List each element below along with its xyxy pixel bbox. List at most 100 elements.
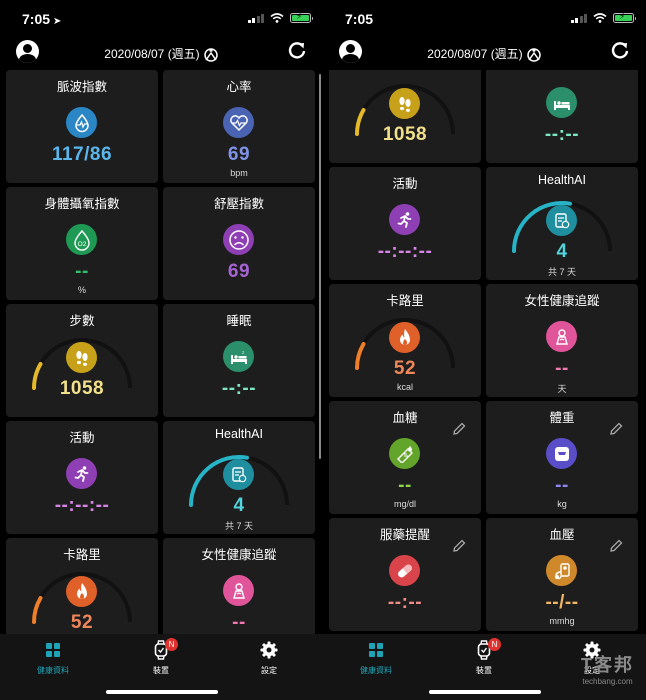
status-bar: 7:05 ➤ ⚡ — [0, 0, 323, 36]
card-blood-glucose[interactable]: 血糖 -- mg/dl — [329, 401, 481, 514]
card-value: 52 — [70, 612, 94, 633]
notification-badge: N — [165, 638, 178, 651]
grid-icon — [336, 640, 416, 660]
home-indicator — [106, 690, 218, 694]
running-icon — [66, 458, 97, 489]
card-title: HealthAI — [538, 173, 586, 187]
card-unit: 共 7 天 — [224, 521, 253, 531]
tab-devices[interactable]: N 裝置 — [121, 638, 201, 676]
card-value: 1058 — [382, 124, 428, 145]
card-unit: kcal — [396, 382, 413, 392]
tab-devices[interactable]: N 裝置 — [444, 638, 524, 676]
card-spo2[interactable]: 身體攝氧指數 O2 -- % — [6, 187, 158, 300]
left-screen: 7:05 ➤ ⚡ 2020/08/07 (週五) 脈波指數 117/86 心率 6… — [0, 0, 323, 700]
card-healthai[interactable]: HealthAI 4 共 7 天 — [163, 421, 315, 534]
status-time-text: 7:05 — [22, 11, 51, 27]
health-card-grid: 脈波指數 117/86 心率 69 bpm 身體攝氧指數 O2 -- % 舒壓指… — [6, 70, 315, 634]
card-activity[interactable]: 活動 --:--:-- — [329, 167, 481, 280]
app-header: 2020/08/07 (週五) — [0, 36, 323, 68]
card-female-health[interactable]: 女性健康追蹤 -- 天 — [486, 284, 638, 397]
tab-label: 設定 — [261, 666, 277, 675]
card-title: HealthAI — [215, 427, 263, 441]
accessibility-icon — [203, 48, 218, 62]
svg-text:z: z — [242, 350, 245, 355]
footprints-icon — [389, 88, 420, 119]
card-title: 女性健康追蹤 — [201, 548, 277, 562]
card-title: 卡路里 — [63, 548, 101, 562]
blood-pressure-monitor-icon — [546, 555, 577, 586]
refresh-icon[interactable] — [287, 40, 307, 60]
card-value: --:--:-- — [377, 241, 433, 262]
card-calories[interactable]: 卡路里 52 kcal — [6, 538, 158, 634]
cellular-signal-icon — [247, 13, 264, 23]
healthai-report-icon — [223, 459, 254, 490]
card-weight[interactable]: 體重 -- kg — [486, 401, 638, 514]
notification-badge: N — [488, 638, 501, 651]
oxygen-drop-icon: O2 — [66, 224, 97, 255]
scrollbar[interactable] — [318, 74, 321, 459]
card-steps[interactable]: 步數 1058 — [6, 304, 158, 417]
status-time: 7:05 — [345, 11, 373, 27]
status-icons: ⚡ — [570, 12, 636, 23]
card-value: 117/86 — [51, 144, 113, 165]
card-calories[interactable]: 卡路里 52 kcal — [329, 284, 481, 397]
refresh-icon[interactable] — [610, 40, 630, 60]
cellular-signal-icon — [570, 13, 587, 23]
wifi-icon — [593, 13, 607, 23]
card-unit: mg/dl — [393, 499, 416, 509]
header-date[interactable]: 2020/08/07 (週五) — [0, 45, 323, 63]
pill-icon — [389, 555, 420, 586]
female-icon — [223, 575, 254, 606]
card-healthai[interactable]: HealthAI 4 共 7 天 — [486, 167, 638, 280]
wifi-icon — [270, 13, 284, 23]
card-sleep[interactable]: --:-- — [486, 70, 638, 163]
card-title: 卡路里 — [386, 294, 424, 308]
card-unit: % — [77, 285, 86, 295]
card-steps[interactable]: 1058 — [329, 70, 481, 163]
card-title: 脈波指數 — [56, 80, 107, 94]
edit-pencil-icon[interactable] — [452, 539, 466, 553]
edit-pencil-icon[interactable] — [452, 422, 466, 436]
flame-icon — [389, 322, 420, 353]
flame-icon — [66, 576, 97, 607]
card-value: 69 — [227, 261, 251, 282]
card-heart-rate[interactable]: 心率 69 bpm — [163, 70, 315, 183]
card-female-health[interactable]: 女性健康追蹤 -- 天 — [163, 538, 315, 634]
card-title: 身體攝氧指數 — [44, 197, 120, 211]
pulse-drop-icon — [66, 107, 97, 138]
watermark-url: techbang.com — [582, 677, 633, 686]
battery-icon: ⚡ — [613, 12, 636, 23]
card-unit: kg — [557, 499, 567, 509]
card-stress[interactable]: 舒壓指數 69 — [163, 187, 315, 300]
card-pulse[interactable]: 脈波指數 117/86 — [6, 70, 158, 183]
scale-icon — [546, 438, 577, 469]
card-value: 4 — [233, 495, 245, 516]
card-value: 69 — [227, 144, 251, 165]
card-value: --:--:-- — [54, 495, 110, 516]
tab-settings[interactable]: 設定 — [229, 640, 309, 676]
tab-label: 健康資料 — [360, 666, 392, 675]
card-value: 4 — [556, 241, 568, 262]
edit-pencil-icon[interactable] — [609, 422, 623, 436]
home-indicator — [429, 690, 541, 694]
tab-label: 裝置 — [153, 666, 169, 675]
heart-rate-icon — [223, 107, 254, 138]
card-value: --:-- — [221, 378, 257, 399]
header-date[interactable]: 2020/08/07 (週五) — [323, 45, 646, 63]
tab-health-data[interactable]: 健康資料 — [336, 640, 416, 676]
footprints-icon — [66, 342, 97, 373]
card-unit: 天 — [557, 384, 567, 394]
card-activity[interactable]: 活動 --:--:-- — [6, 421, 158, 534]
sad-face-icon — [223, 224, 254, 255]
card-medication-reminder[interactable]: 服藥提醒 --:-- — [329, 518, 481, 631]
watch-icon: N — [444, 638, 524, 660]
tab-label: 裝置 — [476, 666, 492, 675]
card-blood-pressure[interactable]: 血壓 --/-- mmhg — [486, 518, 638, 631]
card-value: -- — [555, 358, 569, 379]
battery-icon: ⚡ — [290, 12, 313, 23]
card-sleep[interactable]: 睡眠 z --:-- — [163, 304, 315, 417]
tab-health-data[interactable]: 健康資料 — [13, 640, 93, 676]
edit-pencil-icon[interactable] — [609, 539, 623, 553]
accessibility-icon — [526, 48, 541, 62]
card-value: -- — [555, 475, 569, 496]
